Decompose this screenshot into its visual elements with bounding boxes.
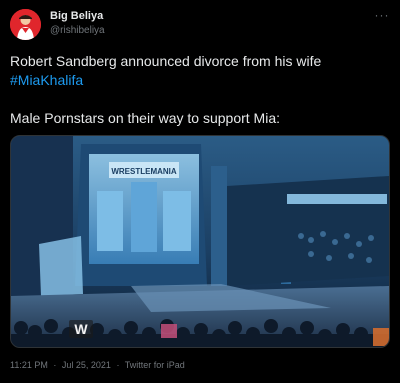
tweet-text-line: Male Pornstars on their way to support M… (10, 110, 281, 126)
meta-separator: · (116, 360, 120, 370)
tweet-card: Big Beliya @rishibeliya ··· Robert Sandb… (0, 0, 400, 383)
video-thumbnail: WRESTLEMANIA W (11, 136, 389, 347)
tweet-text: Robert Sandberg announced divorce from h… (10, 52, 390, 128)
avatar[interactable] (10, 9, 41, 40)
tweet-text-line: Robert Sandberg announced divorce from h… (10, 53, 322, 69)
hashtag-link[interactable]: #MiaKhalifa (10, 71, 390, 90)
meta-separator: · (53, 360, 57, 370)
author-handle[interactable]: @rishibeliya (50, 25, 105, 37)
wwe-logo-letter: W (74, 321, 88, 337)
stage-sign: WRESTLEMANIA (111, 167, 177, 176)
more-horizontal-icon[interactable]: ··· (374, 9, 390, 21)
avatar-icon (10, 9, 41, 40)
tweet-media-video[interactable]: WRESTLEMANIA W (10, 135, 390, 348)
tweet-time[interactable]: 11:21 PM (10, 360, 48, 370)
author-display-name[interactable]: Big Beliya (50, 10, 103, 23)
tweet-date[interactable]: Jul 25, 2021 (62, 360, 111, 370)
wwe-logo: W (69, 320, 93, 338)
tweet-meta: 11:21 PM · Jul 25, 2021 · Twitter for iP… (10, 360, 185, 371)
tweet-source[interactable]: Twitter for iPad (125, 360, 185, 370)
